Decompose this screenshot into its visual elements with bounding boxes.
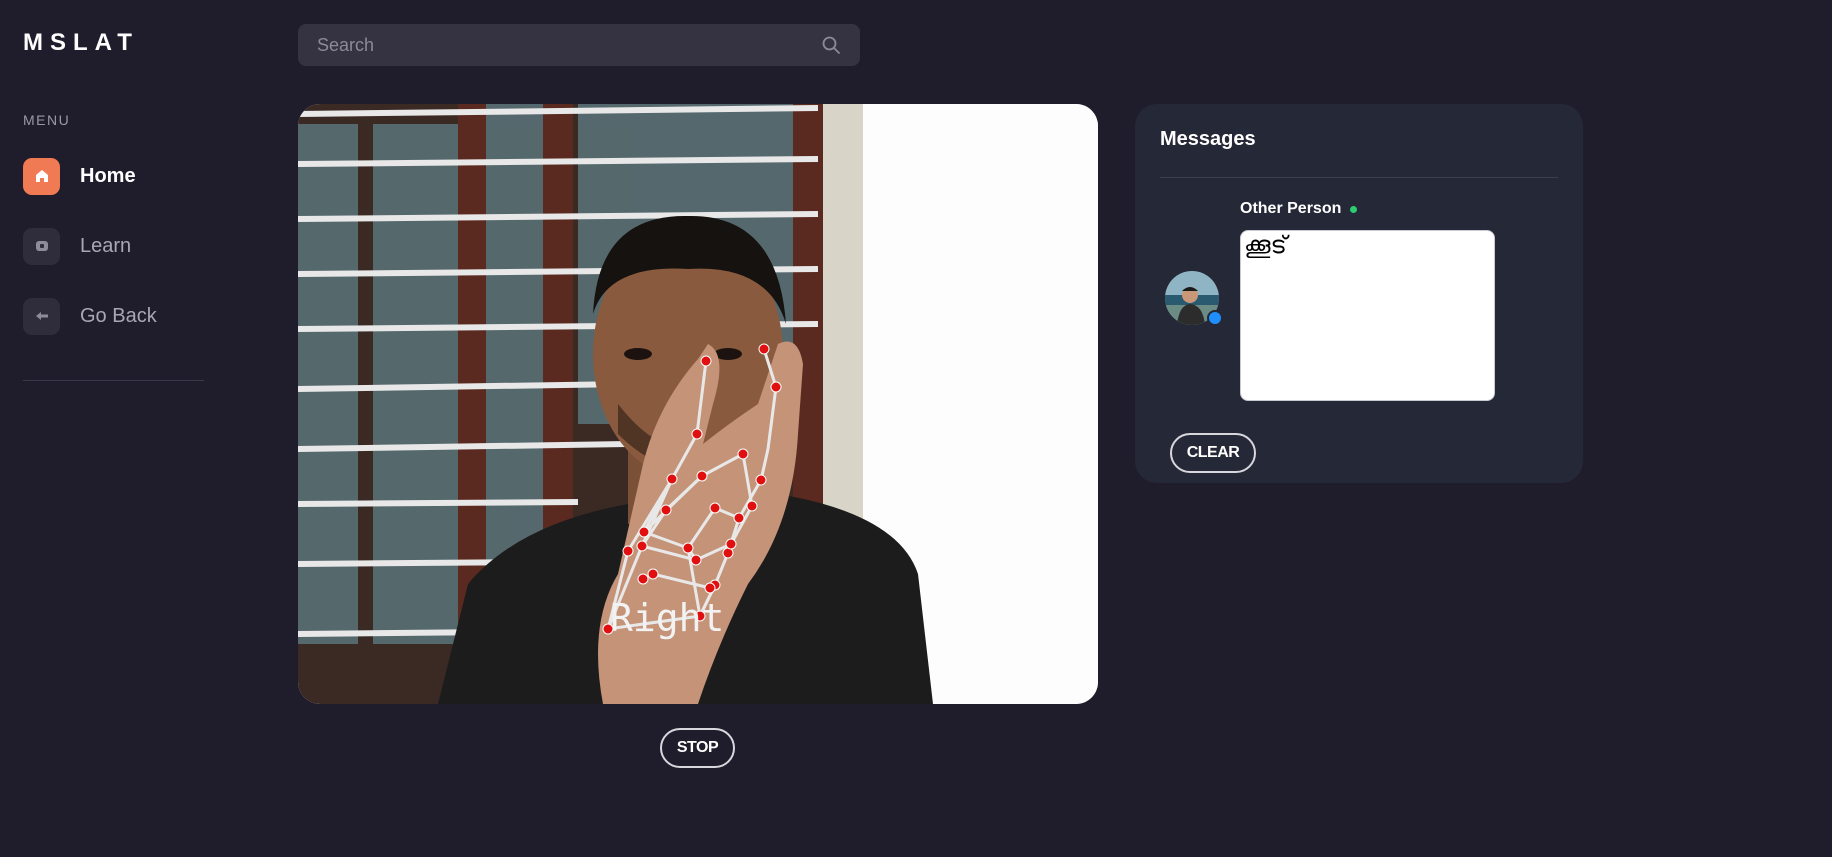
avatar-status-dot — [1207, 310, 1223, 326]
search-icon[interactable] — [821, 35, 841, 55]
sender-info: Other Person — [1240, 200, 1358, 218]
clear-button[interactable]: CLEAR — [1170, 433, 1256, 473]
online-status-dot — [1350, 205, 1358, 213]
sender-name: Other Person — [1240, 200, 1342, 217]
camera-feed: Right — [298, 104, 1098, 704]
sidebar-item-learn[interactable]: Learn — [23, 227, 203, 265]
stop-button[interactable]: STOP — [660, 728, 735, 768]
sidebar-divider — [23, 380, 204, 381]
sidebar-nav: Home Learn Go Back — [23, 157, 203, 367]
hand-label: Right — [610, 596, 724, 640]
messages-divider — [1160, 177, 1558, 178]
sidebar-item-label: Go Back — [80, 304, 157, 327]
messages-title: Messages — [1160, 128, 1256, 150]
messages-panel: Messages Other Person ക്കൂട് CLEAR — [1135, 104, 1583, 483]
app-logo: MSLAT — [23, 29, 139, 56]
search-input[interactable] — [317, 34, 821, 56]
message-textbox[interactable]: ക്കൂട് — [1240, 230, 1495, 401]
learn-icon — [23, 227, 60, 265]
search-bar — [298, 24, 860, 66]
sidebar-item-label: Learn — [80, 234, 132, 257]
camera-frame-image: Right — [298, 104, 1098, 704]
sidebar-item-label: Home — [80, 164, 136, 187]
menu-title: MENU — [23, 112, 71, 128]
home-icon — [23, 157, 60, 195]
back-icon — [23, 297, 60, 335]
sidebar-item-go-back[interactable]: Go Back — [23, 297, 203, 335]
sidebar-item-home[interactable]: Home — [23, 157, 203, 195]
